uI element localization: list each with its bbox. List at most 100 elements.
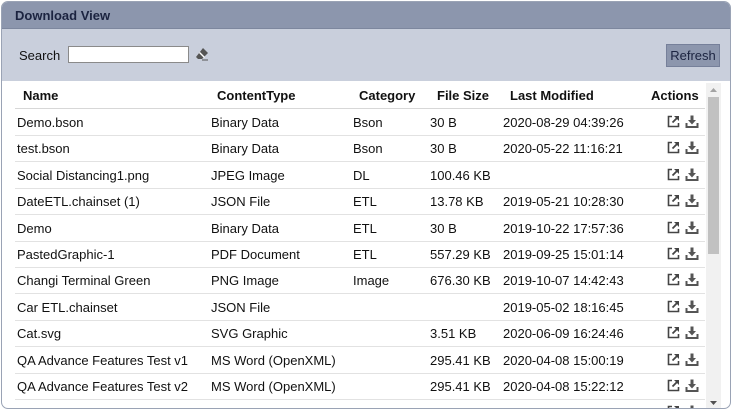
file-size-cell: 295.41 KB xyxy=(430,352,491,368)
file-name-cell: Changi Terminal Green xyxy=(17,273,151,289)
external-link-icon[interactable] xyxy=(667,405,680,409)
refresh-button[interactable]: Refresh xyxy=(666,44,720,67)
download-icon[interactable] xyxy=(685,141,699,155)
download-icon[interactable] xyxy=(685,115,699,129)
external-link-icon[interactable] xyxy=(667,326,680,339)
file-name-cell: Demo.bson xyxy=(17,115,84,130)
last-modified-cell: 2020-06-09 16:24:46 xyxy=(503,326,624,342)
external-link-icon[interactable] xyxy=(667,141,680,154)
table-row[interactable]: Car ETL.chainset JSON File 2019-05-02 18:1… xyxy=(15,294,705,321)
title-bar: Download View xyxy=(2,2,730,29)
table-row[interactable]: QA Advance Features Test v2 MS Word (Open… xyxy=(15,373,705,400)
download-icon[interactable] xyxy=(685,247,699,261)
column-header-actions: Actions xyxy=(651,88,699,103)
scroll-down-arrow-icon[interactable] xyxy=(706,396,721,409)
table-row[interactable]: DateETL.chainset (1) JSON File ETL 13.78 KB… xyxy=(15,188,705,216)
content-type-cell: Binary Data xyxy=(211,115,279,130)
file-size-cell: 3.51 KB xyxy=(430,326,477,342)
scrollbar-thumb[interactable] xyxy=(708,97,719,254)
table-row[interactable]: Cat.svg SVG Graphic 3.51 KB 2020-06-09 16:2… xyxy=(15,320,705,348)
table-row[interactable]: Demo.bson Binary Data Bson 30 B 2020-08-29 0… xyxy=(15,109,705,136)
category-cell: Image xyxy=(353,273,390,289)
download-icon[interactable] xyxy=(685,273,699,287)
column-header-file-size[interactable]: File Size xyxy=(437,88,489,103)
last-modified-cell: 2019-09-25 15:01:14 xyxy=(503,247,624,262)
external-link-icon[interactable] xyxy=(667,300,680,313)
file-size-cell: 30 B xyxy=(430,141,457,157)
last-modified-cell: 2020-04-08 15:00:19 xyxy=(503,352,624,368)
content-type-cell: MS Word (OpenXML) xyxy=(211,352,336,368)
category-cell: ETL xyxy=(353,194,377,210)
download-icon[interactable] xyxy=(685,300,699,314)
content-type-cell: PDF Document xyxy=(211,247,300,262)
table-header: Name ContentType Category File Size Last… xyxy=(15,83,705,109)
file-size-cell: 676.30 KB xyxy=(430,273,491,289)
last-modified-cell: 2020-04-08 15:22:12 xyxy=(503,379,624,394)
file-name-cell: DateETL.chainset (1) xyxy=(17,194,140,210)
last-modified-cell: 2019-10-22 17:57:36 xyxy=(503,220,624,236)
content-type-cell: Binary Data xyxy=(211,220,279,236)
download-icon[interactable] xyxy=(685,326,699,340)
category-cell: DL xyxy=(353,167,370,183)
external-link-icon[interactable] xyxy=(667,273,680,286)
external-link-icon[interactable] xyxy=(667,221,680,234)
download-icon[interactable] xyxy=(685,221,699,235)
content-type-cell: JSON File xyxy=(211,194,271,210)
search-input[interactable] xyxy=(68,46,189,63)
file-size-cell: 557.29 KB xyxy=(430,247,491,262)
last-modified-cell: 2019-05-24 11:05:44 xyxy=(503,405,623,408)
external-link-icon[interactable] xyxy=(667,194,680,207)
content-type-cell: PNG Image xyxy=(211,405,279,408)
column-header-name[interactable]: Name xyxy=(23,88,58,103)
content-type-cell: JSON File xyxy=(211,299,271,315)
download-icon[interactable] xyxy=(685,405,699,409)
external-link-icon[interactable] xyxy=(667,353,680,366)
file-size-cell: 295.41 KB xyxy=(430,379,491,394)
table-row[interactable]: QA Advance Features Test v1 MS Word (Open… xyxy=(15,347,705,374)
file-name-cell: QA Advance Features Test v1 xyxy=(17,352,189,368)
file-name-cell: Cat.svg xyxy=(17,326,62,342)
file-size-cell: 30 B xyxy=(430,115,457,130)
category-cell: Bson xyxy=(353,115,383,130)
file-table: Name ContentType Category File Size Last… xyxy=(15,83,705,409)
download-icon[interactable] xyxy=(685,168,699,182)
vertical-scrollbar[interactable] xyxy=(706,83,721,409)
file-name-cell: test.bson xyxy=(17,141,70,157)
file-size-cell: 13.78 KB xyxy=(430,194,484,210)
download-icon[interactable] xyxy=(685,379,699,393)
external-link-icon[interactable] xyxy=(667,379,680,392)
content-type-cell: JPEG Image xyxy=(211,167,285,183)
category-cell: ETL xyxy=(353,247,377,262)
file-size-cell: 30 B xyxy=(430,220,457,236)
table-row[interactable]: PNG Image 47.68 KB 2019-05-24 11:05:44 xyxy=(15,399,705,409)
column-header-category[interactable]: Category xyxy=(359,88,415,103)
download-icon[interactable] xyxy=(685,353,699,367)
table-row[interactable]: Demo Binary Data ETL 30 B 2019-10-22 17:57:3… xyxy=(15,215,705,242)
column-header-last-modified[interactable]: Last Modified xyxy=(510,88,594,103)
eraser-icon[interactable] xyxy=(195,47,209,61)
file-size-cell: 47.68 KB xyxy=(430,405,484,408)
file-name-cell: QA Advance Features Test v2 xyxy=(17,379,189,394)
last-modified-cell: 2020-08-29 04:39:26 xyxy=(503,115,624,130)
table-row[interactable]: PastedGraphic-1 PDF Document ETL 557.29 KB 2… xyxy=(15,241,705,268)
table-row[interactable]: Changi Terminal Green PNG Image Image 676.3… xyxy=(15,267,705,295)
last-modified-cell: 2019-10-07 14:42:43 xyxy=(503,273,624,289)
last-modified-cell: 2019-05-21 10:28:30 xyxy=(503,194,624,210)
toolbar: Search Refresh xyxy=(2,29,730,81)
table-row[interactable]: Social Distancing1.png JPEG Image DL 100.46… xyxy=(15,162,705,189)
download-view-panel: Download View Search Refresh Name Conten… xyxy=(1,1,731,409)
content-type-cell: MS Word (OpenXML) xyxy=(211,379,336,394)
table-row[interactable]: test.bson Binary Data Bson 30 B 2020-05-22 1… xyxy=(15,135,705,163)
content-type-cell: PNG Image xyxy=(211,273,279,289)
download-icon[interactable] xyxy=(685,194,699,208)
search-label: Search xyxy=(19,48,61,63)
file-name-cell: PastedGraphic-1 xyxy=(17,247,115,262)
scroll-up-arrow-icon[interactable] xyxy=(706,83,721,97)
external-link-icon[interactable] xyxy=(667,247,680,260)
last-modified-cell: 2020-05-22 11:16:21 xyxy=(503,141,623,157)
external-link-icon[interactable] xyxy=(667,168,680,181)
column-header-content-type[interactable]: ContentType xyxy=(217,88,295,103)
category-cell: ETL xyxy=(353,220,377,236)
window-title: Download View xyxy=(15,8,111,23)
external-link-icon[interactable] xyxy=(667,115,680,128)
